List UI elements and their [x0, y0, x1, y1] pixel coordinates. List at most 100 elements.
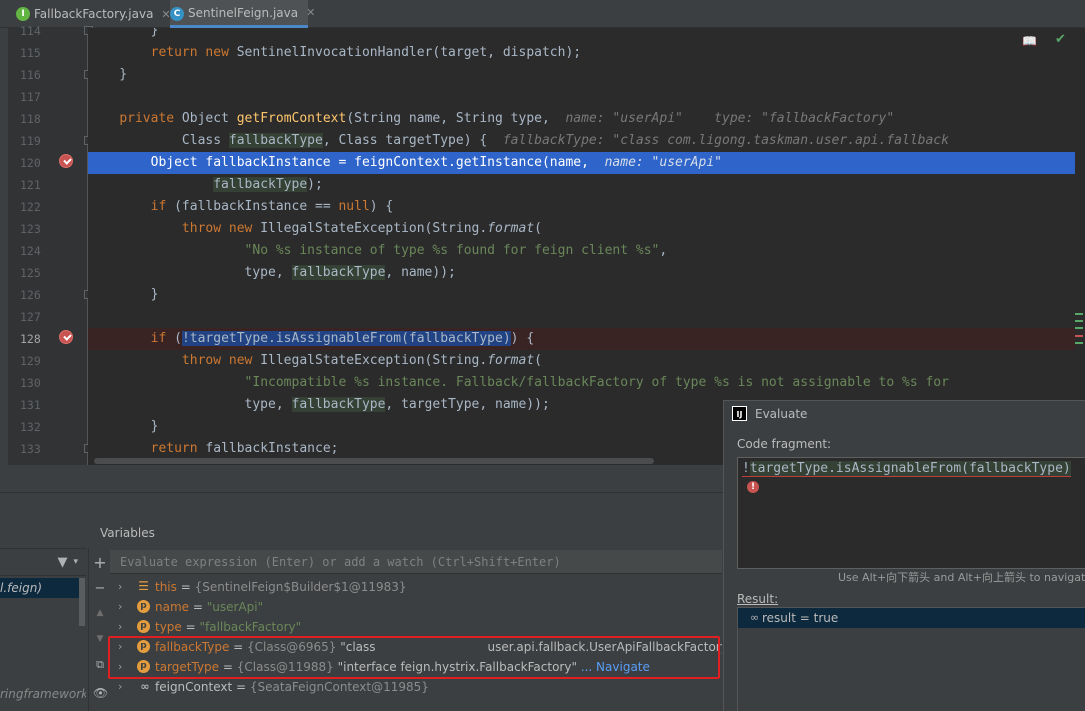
code-line: } — [88, 28, 159, 38]
line-number: 119 — [20, 134, 41, 148]
watch-glasses-icon: ∞ — [750, 611, 760, 624]
execution-point-line: Object fallbackInstance = feignContext.g… — [88, 152, 1075, 174]
selected-expression: !targetType.isAssignableFrom(fallbackTyp… — [181, 331, 511, 346]
show-watches-icon[interactable]: 👁 — [93, 686, 108, 700]
parameter-icon: p — [137, 600, 150, 613]
expand-arrow-icon[interactable]: › — [118, 597, 122, 617]
expand-arrow-icon[interactable]: › — [118, 677, 122, 697]
breakpoint-icon[interactable] — [59, 154, 73, 168]
line-number: 129 — [20, 354, 41, 368]
editor-horizontal-scrollbar[interactable] — [94, 458, 654, 464]
intellij-icon: IJ — [732, 406, 747, 421]
variables-title: Variables — [100, 526, 155, 540]
code-line: throw new IllegalStateException(String.f… — [181, 353, 542, 368]
line-number: 124 — [20, 244, 41, 258]
scroll-marker — [1075, 342, 1083, 344]
field-lines-icon: ☰ — [138, 579, 149, 593]
frame-item-selected[interactable]: l.feign) — [0, 578, 80, 598]
code-line: fallbackType); — [213, 177, 323, 192]
variable-row[interactable]: › ☰ this = {SentinelFeign$Builder$1@1198… — [110, 577, 722, 597]
scroll-marker — [1075, 327, 1083, 329]
line-number: 118 — [20, 112, 41, 126]
frames-pane — [0, 493, 86, 711]
line-number: 114 — [20, 24, 41, 38]
line-number: 116 — [20, 68, 41, 82]
code-line: "No %s instance of type %s found for fei… — [244, 243, 668, 258]
line-number: 115 — [20, 46, 41, 60]
watch-expression-input[interactable]: Evaluate expression (Enter) or add a wat… — [110, 550, 722, 574]
breakpoint-line: if (!targetType.isAssignableFrom(fallbac… — [88, 328, 1075, 350]
add-watch-icon[interactable]: + — [93, 555, 107, 571]
parameter-icon: p — [137, 620, 150, 633]
class-icon: C — [170, 7, 184, 21]
result-tree: ∞ result = true — [737, 607, 1085, 711]
line-number: 131 — [20, 398, 41, 412]
frame-item[interactable]: ringframework — [0, 685, 86, 703]
line-number: 126 — [20, 288, 41, 302]
line-number: 133 — [20, 442, 41, 456]
variable-row[interactable]: › p type = "fallbackFactory" — [110, 617, 722, 637]
duplicate-watch-icon[interactable]: ⧉ — [93, 658, 107, 672]
move-up-icon[interactable]: ▲ — [93, 606, 107, 620]
result-label: Result: — [737, 592, 779, 606]
close-icon[interactable]: ✕ — [306, 6, 315, 19]
scroll-marker — [1075, 320, 1083, 322]
chevron-down-icon[interactable]: ▾ — [73, 557, 78, 567]
expand-arrow-icon[interactable]: › — [118, 577, 122, 597]
error-icon: ! — [747, 481, 759, 493]
frames-scrollbar[interactable] — [79, 578, 85, 626]
remove-watch-icon[interactable]: − — [93, 582, 107, 596]
highlight-annotation-box — [108, 636, 720, 679]
code-fragment-label: Code fragment: — [737, 437, 832, 451]
line-number: 123 — [20, 222, 41, 236]
code-fragment-input[interactable]: !targetType.isAssignableFrom(fallbackTyp… — [737, 457, 1085, 569]
expand-arrow-icon[interactable]: › — [118, 617, 122, 637]
code-line: "Incompatible %s instance. Fallback/fall… — [244, 375, 949, 390]
code-line: throw new IllegalStateException(String.f… — [181, 221, 542, 236]
code-line: } — [88, 287, 159, 302]
frames-toolbar: ▼ ▾ — [0, 548, 86, 576]
filter-icon[interactable]: ▼ — [57, 555, 67, 570]
variables-toolbar: + − ▲ ▼ ⧉ 👁 — [88, 548, 110, 711]
line-number: 122 — [20, 200, 41, 214]
code-line: return new SentinelInvocationHandler(tar… — [150, 45, 582, 60]
code-line: } — [88, 67, 128, 82]
editor-tab-bar: I FallbackFactory.java ✕ C SentinelFeign… — [0, 0, 1085, 28]
dialog-title: Evaluate — [755, 407, 808, 421]
navigate-hint: Use Alt+向下箭头 and Alt+向上箭头 to navigate — [838, 571, 1085, 584]
interface-icon: I — [16, 7, 30, 21]
result-name: result — [762, 611, 796, 625]
left-tool-strip — [0, 28, 8, 465]
variable-row[interactable]: › ∞ feignContext = {SeataFeignContext@11… — [110, 677, 722, 697]
variable-row[interactable]: › p name = "userApi" — [110, 597, 722, 617]
reader-mode-icon[interactable]: 📖 — [1022, 34, 1037, 48]
inspection-ok-icon[interactable]: ✔ — [1055, 32, 1066, 47]
inline-debug-hint: name: "userApi" type: "fallbackFactory" — [565, 111, 895, 126]
line-number: 120 — [20, 156, 41, 170]
line-number: 132 — [20, 420, 41, 434]
watch-glasses-icon: ∞ — [140, 680, 150, 693]
line-number: 127 — [20, 310, 41, 324]
line-number-current: 128 — [20, 332, 41, 346]
code-line: if (fallbackInstance == null) { — [150, 199, 394, 214]
tab-label: SentinelFeign.java — [188, 5, 299, 20]
result-value: true — [813, 611, 839, 625]
inline-debug-hint: name: "userApi" — [604, 155, 722, 170]
breakpoint-icon[interactable] — [59, 330, 73, 344]
tab-label: FallbackFactory.java — [34, 7, 154, 21]
code-line: Class fallbackType, Class targetType) { … — [88, 133, 949, 148]
scroll-marker — [1075, 335, 1083, 337]
code-line: private Object getFromContext(String nam… — [119, 111, 895, 126]
move-down-icon[interactable]: ▼ — [93, 632, 107, 646]
result-row[interactable]: ∞ result = true — [738, 608, 1085, 628]
scroll-marker — [1075, 313, 1083, 315]
line-number: 117 — [20, 90, 41, 104]
editor-gutter[interactable]: 114 115 116 117 118 119 120 121 122 123 … — [8, 24, 93, 465]
line-number: 125 — [20, 266, 41, 280]
evaluate-dialog: IJ Evaluate Code fragment: !targetType.i… — [723, 400, 1085, 711]
tab-sentinelfeign[interactable]: C SentinelFeign.java ✕ — [170, 0, 315, 28]
line-number: 130 — [20, 376, 41, 390]
line-number: 121 — [20, 178, 41, 192]
code-line: type, fallbackType, name)); — [88, 265, 456, 280]
inline-debug-hint: fallbackType: "class com.ligong.taskman.… — [502, 133, 949, 148]
